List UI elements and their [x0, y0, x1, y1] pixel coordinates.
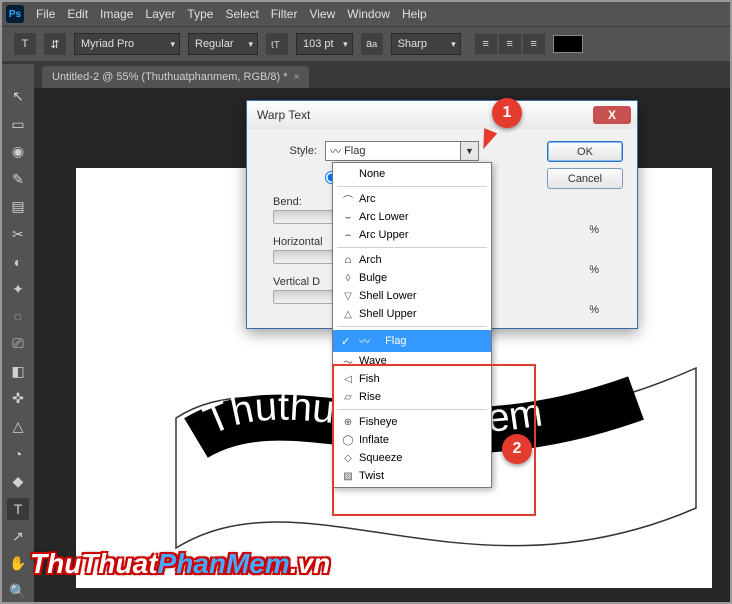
chevron-down-icon[interactable]: ▼: [460, 142, 478, 160]
align-group: ≡ ≡ ≡: [475, 34, 545, 54]
style-option-arc[interactable]: ⌒Arc: [333, 190, 491, 208]
tool-eraser[interactable]: ◧: [7, 361, 29, 382]
wave-icon: 〜: [341, 355, 355, 367]
style-option-arc-lower[interactable]: ⌣Arc Lower: [333, 208, 491, 226]
shell-lower-icon: ▽: [341, 290, 355, 302]
menu-image[interactable]: Image: [100, 7, 133, 21]
squeeze-icon: ◇: [341, 452, 355, 464]
style-option-flag[interactable]: 〰 Flag: [333, 330, 491, 352]
menu-layer[interactable]: Layer: [145, 7, 175, 21]
menu-window[interactable]: Window: [347, 7, 390, 21]
text-color-swatch[interactable]: [553, 35, 583, 53]
style-option-fish[interactable]: ◁Fish: [333, 370, 491, 388]
tool-heal[interactable]: ◐: [7, 251, 29, 272]
tool-dodge[interactable]: ◔: [7, 443, 29, 464]
style-option-bulge[interactable]: ◊Bulge: [333, 269, 491, 287]
close-tab-icon[interactable]: ×: [294, 72, 300, 83]
style-select-value: Flag: [344, 145, 365, 157]
bulge-icon: ◊: [341, 272, 355, 284]
hdist-pct: %: [589, 264, 599, 276]
style-dropdown: None ⌒Arc ⌣Arc Lower ⌢Arc Upper ⩍Arch ◊B…: [332, 162, 492, 488]
style-option-rise[interactable]: ▱Rise: [333, 388, 491, 406]
style-option-none[interactable]: None: [333, 165, 491, 183]
menu-filter[interactable]: Filter: [271, 7, 298, 21]
arc-lower-icon: ⌣: [341, 211, 355, 223]
menu-file[interactable]: File: [36, 7, 55, 21]
style-option-arch[interactable]: ⩍Arch: [333, 251, 491, 269]
style-option-arc-upper[interactable]: ⌢Arc Upper: [333, 226, 491, 244]
cancel-button[interactable]: Cancel: [547, 168, 623, 189]
tool-marquee[interactable]: ▭: [7, 113, 29, 134]
tool-type[interactable]: T: [7, 498, 29, 519]
menubar: Ps File Edit Image Layer Type Select Fil…: [2, 2, 730, 26]
dialog-title: Warp Text: [257, 108, 310, 122]
callout-2: 2: [502, 434, 532, 464]
style-option-shell-upper[interactable]: △Shell Upper: [333, 305, 491, 323]
style-select[interactable]: 〰 Flag ▼: [325, 141, 479, 161]
style-option-fisheye[interactable]: ⊕Fisheye: [333, 413, 491, 431]
menu-select[interactable]: Select: [225, 7, 258, 21]
rise-icon: ▱: [341, 391, 355, 403]
font-style-select[interactable]: Regular: [188, 33, 258, 55]
svg-text:tT: tT: [271, 40, 280, 51]
tool-blur[interactable]: △: [7, 416, 29, 437]
watermark: ThuThuatPhanMem.vn: [30, 548, 330, 580]
align-left-button[interactable]: ≡: [475, 34, 497, 54]
font-size-select[interactable]: 103 pt: [296, 33, 353, 55]
style-label: Style:: [261, 145, 317, 157]
twist-icon: ▨: [341, 470, 355, 482]
tool-move[interactable]: ↖: [7, 86, 29, 107]
style-option-wave[interactable]: 〜Wave: [333, 352, 491, 370]
align-center-button[interactable]: ≡: [499, 34, 521, 54]
tool-brush[interactable]: ✦: [7, 278, 29, 299]
font-size-icon: tT: [266, 33, 288, 55]
style-option-inflate[interactable]: ◯Inflate: [333, 431, 491, 449]
style-option-shell-lower[interactable]: ▽Shell Lower: [333, 287, 491, 305]
shell-upper-icon: △: [341, 308, 355, 320]
tool-path[interactable]: ↗: [7, 526, 29, 547]
tool-eyedropper[interactable]: ✂: [7, 223, 29, 244]
vdist-pct: %: [589, 304, 599, 316]
aa-icon: aa: [361, 33, 383, 55]
bend-pct: %: [589, 224, 599, 236]
options-bar: T ⇵ Myriad Pro Regular tT 103 pt aa Shar…: [2, 26, 730, 62]
menu-type[interactable]: Type: [187, 7, 213, 21]
tool-hand[interactable]: ✋: [7, 553, 29, 574]
arc-icon: ⌒: [341, 193, 355, 205]
tool-pen[interactable]: ◆: [7, 471, 29, 492]
align-right-button[interactable]: ≡: [523, 34, 545, 54]
flag-style-icon: 〰: [330, 143, 341, 159]
flag-icon: 〰: [359, 333, 370, 349]
tool-zoom[interactable]: 🔍: [7, 580, 29, 601]
menu-help[interactable]: Help: [402, 7, 427, 21]
fish-icon: ◁: [341, 373, 355, 385]
dialog-close-button[interactable]: X: [593, 106, 631, 124]
orientation-icon[interactable]: ⇵: [44, 33, 66, 55]
document-tabbar: Untitled-2 @ 55% (Thuthuatphanmem, RGB/8…: [2, 62, 730, 88]
menu-view[interactable]: View: [309, 7, 335, 21]
ok-button[interactable]: OK: [547, 141, 623, 162]
style-option-squeeze[interactable]: ◇Squeeze: [333, 449, 491, 467]
arch-icon: ⩍: [341, 254, 355, 266]
document-tab-title: Untitled-2 @ 55% (Thuthuatphanmem, RGB/8…: [52, 71, 288, 83]
font-family-select[interactable]: Myriad Pro: [74, 33, 180, 55]
arc-upper-icon: ⌢: [341, 229, 355, 241]
callout-1: 1: [492, 98, 522, 128]
app-logo: Ps: [6, 5, 24, 23]
tool-history[interactable]: ⎚: [7, 333, 29, 354]
dialog-titlebar[interactable]: Warp Text X: [247, 101, 637, 129]
tool-stamp[interactable]: ◌: [7, 306, 29, 327]
tool-lasso[interactable]: ◉: [7, 141, 29, 162]
tool-wand[interactable]: ✎: [7, 168, 29, 189]
aa-select[interactable]: Sharp: [391, 33, 461, 55]
fisheye-icon: ⊕: [341, 416, 355, 428]
document-tab[interactable]: Untitled-2 @ 55% (Thuthuatphanmem, RGB/8…: [42, 66, 309, 88]
type-tool-icon: T: [14, 33, 36, 55]
tools-panel: ↖ ▭ ◉ ✎ ▤ ✂ ◐ ✦ ◌ ⎚ ◧ ✜ △ ◔ ◆ T ↗ ✋ 🔍: [2, 64, 34, 602]
tool-crop[interactable]: ▤: [7, 196, 29, 217]
tool-gradient[interactable]: ✜: [7, 388, 29, 409]
menu-edit[interactable]: Edit: [67, 7, 88, 21]
inflate-icon: ◯: [341, 434, 355, 446]
style-option-twist[interactable]: ▨Twist: [333, 467, 491, 485]
